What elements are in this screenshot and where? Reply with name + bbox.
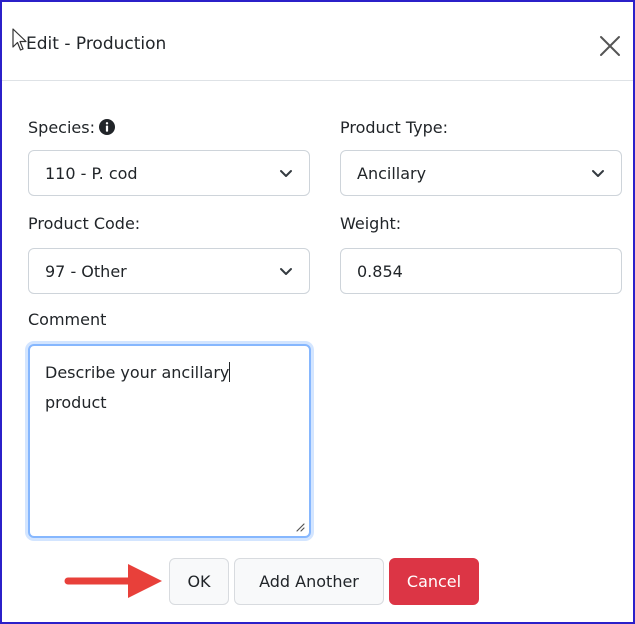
- resize-grip-icon[interactable]: [293, 520, 305, 532]
- close-icon[interactable]: [596, 32, 624, 60]
- comment-textarea[interactable]: Describe your ancillary product: [28, 344, 311, 538]
- product-type-label: Product Type:: [340, 118, 448, 137]
- red-arrow-icon: [64, 564, 162, 598]
- chevron-down-icon: [592, 170, 604, 177]
- product-code-select-value: 97 - Other: [45, 262, 127, 281]
- dialog-header: Edit - Production: [2, 2, 633, 81]
- chevron-down-icon: [280, 170, 292, 177]
- edit-production-dialog: Edit - Production Species: 110 - P. cod …: [0, 0, 635, 624]
- product-type-select-value: Ancillary: [357, 164, 427, 183]
- cancel-button[interactable]: Cancel: [389, 558, 479, 605]
- species-select-value: 110 - P. cod: [45, 164, 138, 183]
- species-select[interactable]: 110 - P. cod: [28, 150, 310, 196]
- text-caret: [229, 362, 231, 382]
- comment-label: Comment: [28, 310, 107, 329]
- chevron-down-icon: [280, 268, 292, 275]
- weight-input[interactable]: 0.854: [340, 248, 622, 294]
- product-code-select[interactable]: 97 - Other: [28, 248, 310, 294]
- product-code-label: Product Code:: [28, 214, 141, 233]
- comment-text: Describe your ancillary product: [45, 362, 231, 412]
- info-circle-icon[interactable]: [98, 119, 115, 135]
- species-label-text: Species:: [28, 118, 95, 137]
- product-type-select[interactable]: Ancillary: [340, 150, 622, 196]
- dialog-title: Edit - Production: [26, 34, 167, 54]
- weight-label: Weight:: [340, 214, 402, 233]
- species-label: Species:: [28, 118, 115, 137]
- add-another-button[interactable]: Add Another: [234, 558, 384, 605]
- ok-button[interactable]: OK: [169, 558, 229, 605]
- comment-textarea-value: Describe your ancillary product: [45, 358, 285, 418]
- weight-input-value: 0.854: [357, 262, 403, 281]
